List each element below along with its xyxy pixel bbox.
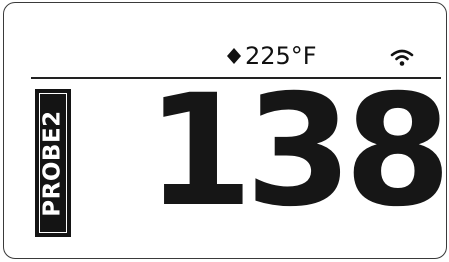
probe-label-tag: PROBE2 [35, 89, 71, 237]
device-screen: 225°F PROBE2 138 [3, 2, 449, 259]
probe-temperature: 138 [146, 62, 449, 241]
probe-label: PROBE2 [39, 109, 66, 217]
